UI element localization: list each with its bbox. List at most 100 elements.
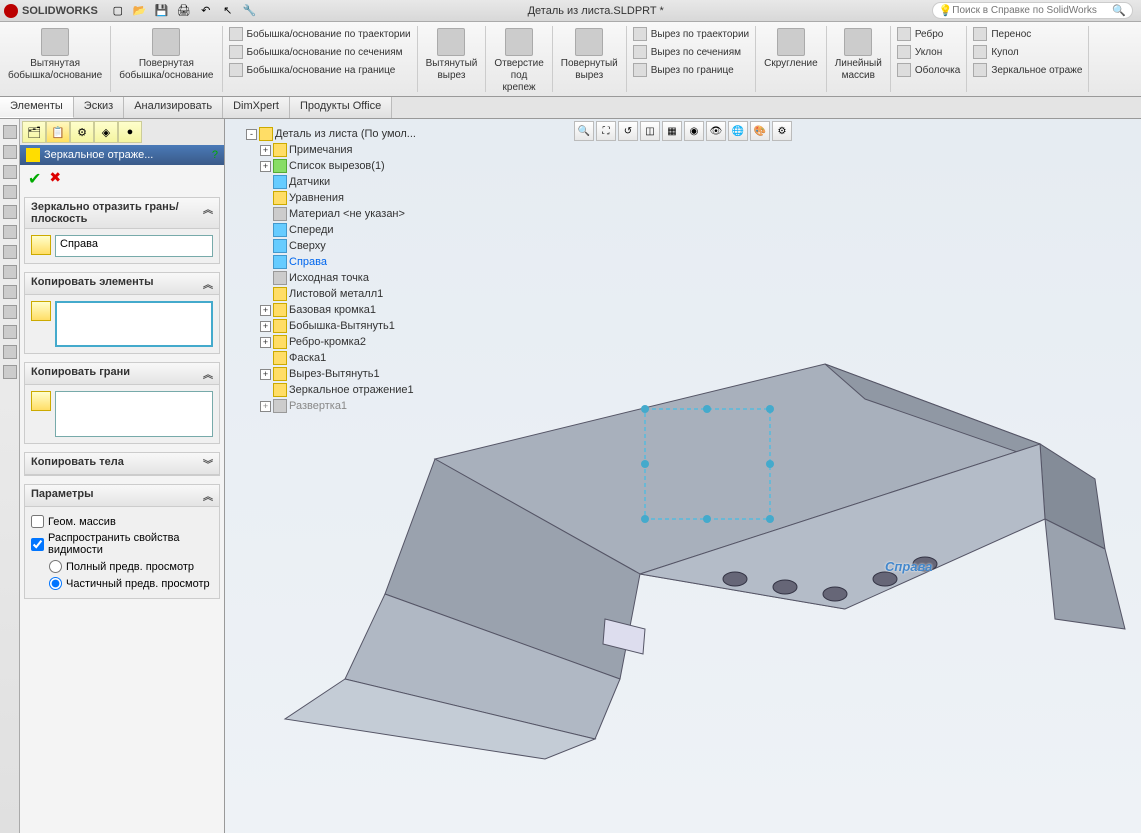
pm-section-options-head[interactable]: Параметры ︽ xyxy=(25,485,219,507)
tree-toggle-icon[interactable]: + xyxy=(260,401,271,412)
tree-toggle-icon[interactable]: + xyxy=(260,369,271,380)
wrap-button[interactable]: Перенос xyxy=(971,26,1084,42)
mirror-button[interactable]: Зеркальное отраже xyxy=(971,62,1084,78)
geom-pattern-row[interactable]: Геом. массив xyxy=(31,513,213,530)
hole-wizard-button[interactable]: Отверстие под крепеж xyxy=(490,26,547,96)
extruded-boss-button[interactable]: Вытянутая бобышка/основание xyxy=(4,26,106,84)
display-style-icon[interactable]: ◉ xyxy=(684,121,704,141)
plane-label[interactable]: Справа xyxy=(885,559,932,574)
pm-tab-config[interactable]: ⚙ xyxy=(70,121,94,143)
tree-item-chamfer[interactable]: Фаска1 xyxy=(260,350,466,366)
pm-tab-property-manager[interactable]: 📋 xyxy=(46,121,70,143)
full-preview-radio[interactable] xyxy=(49,560,62,573)
tree-toggle-icon[interactable]: + xyxy=(260,161,271,172)
swept-boss-button[interactable]: Бобышка/основание по траектории xyxy=(227,26,413,42)
tab-features[interactable]: Элементы xyxy=(0,97,74,118)
loft-cut-button[interactable]: Вырез по сечениям xyxy=(631,44,751,60)
tab-office[interactable]: Продукты Office xyxy=(290,97,392,118)
rail-icon-9[interactable] xyxy=(3,285,17,299)
extruded-cut-button[interactable]: Вытянутый вырез xyxy=(422,26,482,84)
tree-item-sensors[interactable]: Датчики xyxy=(260,174,466,190)
tree-item-origin[interactable]: Исходная точка xyxy=(260,270,466,286)
rail-icon-1[interactable] xyxy=(3,125,17,139)
tree-item-annotations[interactable]: +Примечания xyxy=(260,142,466,158)
pm-section-faces-head[interactable]: Копировать грани ︽ xyxy=(25,363,219,385)
help-search[interactable]: 💡 🔍 xyxy=(932,2,1133,19)
tab-evaluate[interactable]: Анализировать xyxy=(124,97,223,118)
rail-icon-5[interactable] xyxy=(3,205,17,219)
pm-cancel-button[interactable]: ✖ xyxy=(49,169,61,189)
settings-icon[interactable]: ⚙ xyxy=(772,121,792,141)
tree-item-top-plane[interactable]: Сверху xyxy=(260,238,466,254)
revolved-cut-button[interactable]: Повернутый вырез xyxy=(557,26,622,84)
pm-tab-display[interactable]: ● xyxy=(118,121,142,143)
pm-help-button[interactable]: ? xyxy=(212,149,218,161)
draft-button[interactable]: Уклон xyxy=(895,44,963,60)
qat-select-icon[interactable]: ↖ xyxy=(218,2,238,20)
dome-button[interactable]: Купол xyxy=(971,44,1084,60)
full-preview-row[interactable]: Полный предв. просмотр xyxy=(31,558,213,575)
boundary-cut-button[interactable]: Вырез по границе xyxy=(631,62,751,78)
tab-dimxpert[interactable]: DimXpert xyxy=(223,97,290,118)
tree-item-equations[interactable]: Уравнения xyxy=(260,190,466,206)
tree-toggle-icon[interactable]: + xyxy=(260,321,271,332)
linear-pattern-button[interactable]: Линейный массив xyxy=(831,26,886,84)
tree-item-cutlist[interactable]: +Список вырезов(1) xyxy=(260,158,466,174)
pm-tab-dimxpert[interactable]: ◈ xyxy=(94,121,118,143)
tree-toggle-icon[interactable]: + xyxy=(260,305,271,316)
tree-toggle-icon[interactable]: - xyxy=(246,129,257,140)
zoom-fit-icon[interactable]: 🔍 xyxy=(574,121,594,141)
rail-icon-3[interactable] xyxy=(3,165,17,179)
pm-tab-feature-tree[interactable]: 🗂 xyxy=(22,121,46,143)
tree-item-boss-extrude[interactable]: +Бобышка-Вытянуть1 xyxy=(260,318,466,334)
tree-item-right-plane[interactable]: Справа xyxy=(260,254,466,270)
rail-icon-2[interactable] xyxy=(3,145,17,159)
pm-section-mirror-face-head[interactable]: Зеркально отразить грань/плоскость ︽ xyxy=(25,198,219,229)
zoom-area-icon[interactable]: ⛶ xyxy=(596,121,616,141)
qat-save-icon[interactable]: 💾 xyxy=(152,2,172,20)
tree-item-edge-flange[interactable]: +Ребро-кромка2 xyxy=(260,334,466,350)
tree-item-material[interactable]: Материал <не указан> xyxy=(260,206,466,222)
shell-button[interactable]: Оболочка xyxy=(895,62,963,78)
geom-pattern-checkbox[interactable] xyxy=(31,515,44,528)
pm-section-bodies-head[interactable]: Копировать тела ︾ xyxy=(25,453,219,475)
rail-icon-13[interactable] xyxy=(3,365,17,379)
tree-item-sheetmetal[interactable]: Листовой металл1 xyxy=(260,286,466,302)
tree-item-front-plane[interactable]: Спереди xyxy=(260,222,466,238)
rib-button[interactable]: Ребро xyxy=(895,26,963,42)
tree-item-cut-extrude[interactable]: +Вырез-Вытянуть1 xyxy=(260,366,466,382)
feature-tree-flyout[interactable]: - Деталь из листа (По умол... +Примечани… xyxy=(246,126,466,414)
view-orient-icon[interactable]: ▦ xyxy=(662,121,682,141)
fillet-button[interactable]: Скругление xyxy=(760,26,822,72)
search-icon[interactable]: 🔍 xyxy=(1112,4,1126,17)
qat-new-icon[interactable]: ▢ xyxy=(108,2,128,20)
boundary-boss-button[interactable]: Бобышка/основание на границе xyxy=(227,62,413,78)
rail-icon-11[interactable] xyxy=(3,325,17,339)
qat-rebuild-icon[interactable]: 🔧 xyxy=(240,2,260,20)
mirror-plane-field[interactable]: Справа xyxy=(55,235,213,257)
qat-print-icon[interactable]: 🖨 xyxy=(174,2,194,20)
features-to-mirror-field[interactable] xyxy=(55,301,213,347)
rail-icon-6[interactable] xyxy=(3,225,17,239)
propagate-visual-checkbox[interactable] xyxy=(31,538,44,551)
hide-show-icon[interactable]: 👁 xyxy=(706,121,726,141)
tree-item-base-flange[interactable]: +Базовая кромка1 xyxy=(260,302,466,318)
rail-icon-4[interactable] xyxy=(3,185,17,199)
pm-section-features-head[interactable]: Копировать элементы ︽ xyxy=(25,273,219,295)
rail-icon-12[interactable] xyxy=(3,345,17,359)
qat-open-icon[interactable]: 📂 xyxy=(130,2,150,20)
section-view-icon[interactable]: ◫ xyxy=(640,121,660,141)
help-search-input[interactable] xyxy=(952,5,1112,16)
revolved-boss-button[interactable]: Повернутая бобышка/основание xyxy=(115,26,217,84)
prev-view-icon[interactable]: ↺ xyxy=(618,121,638,141)
partial-preview-radio[interactable] xyxy=(49,577,62,590)
loft-boss-button[interactable]: Бобышка/основание по сечениям xyxy=(227,44,413,60)
propagate-visual-row[interactable]: Распространить свойства видимости xyxy=(31,530,213,558)
tree-toggle-icon[interactable]: + xyxy=(260,337,271,348)
appearance-icon[interactable]: 🎨 xyxy=(750,121,770,141)
pm-ok-button[interactable]: ✔ xyxy=(28,169,41,189)
tab-sketch[interactable]: Эскиз xyxy=(74,97,124,118)
faces-to-mirror-field[interactable] xyxy=(55,391,213,437)
partial-preview-row[interactable]: Частичный предв. просмотр xyxy=(31,575,213,592)
tree-root[interactable]: - Деталь из листа (По умол... xyxy=(246,126,466,142)
